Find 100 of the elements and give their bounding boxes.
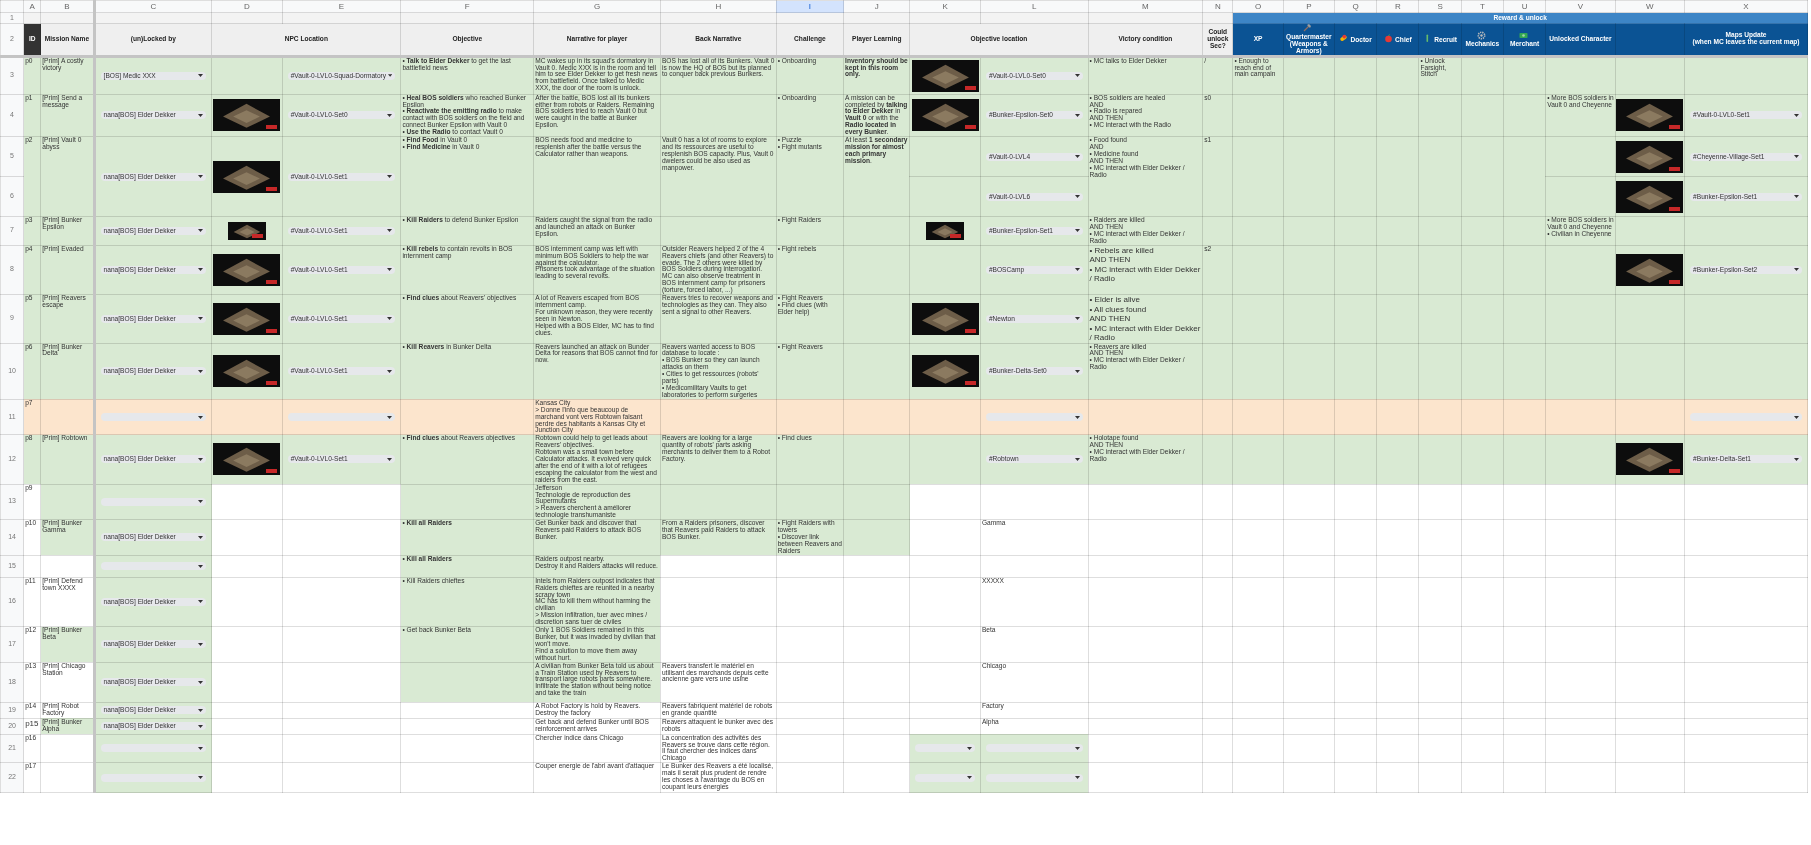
caret-icon [387,458,393,461]
map-thumbnail [213,443,281,476]
dropdown[interactable] [915,773,975,782]
dropdown[interactable] [100,562,207,571]
dropdown[interactable] [100,773,207,782]
caret-icon [1074,415,1080,419]
column-letter[interactable]: U [1503,0,1546,13]
caret-icon [198,317,204,321]
caret-icon [1074,369,1080,373]
caret-icon [198,642,204,646]
caret-icon [1794,268,1799,272]
caret-icon [198,724,204,728]
caret-icon [198,113,204,117]
column-letter[interactable]: X [1684,0,1808,13]
caret-icon [1074,195,1080,199]
caret-icon [387,415,393,419]
caret-icon [198,415,204,419]
caret-icon [198,564,204,568]
map-thumbnail [213,355,281,388]
caret-icon [1074,113,1080,117]
caret-icon [1074,268,1080,272]
column-letter[interactable]: J [843,0,910,13]
map-thumbnail [1616,443,1684,476]
column-letter[interactable]: O [1232,0,1284,13]
caret-icon [966,746,972,750]
map-thumbnail [911,302,979,335]
caret-icon [1794,415,1799,419]
column-letter[interactable]: I [776,0,844,13]
column-letter[interactable]: F [400,0,534,13]
dropdown[interactable] [985,773,1083,782]
dropdown[interactable] [1690,413,1802,422]
caret-icon [198,776,204,780]
caret-icon [198,600,204,604]
dropdown[interactable] [915,744,975,753]
caret-icon [387,113,393,117]
caret-icon [198,74,204,78]
map-thumbnail [227,221,266,240]
caret-icon [387,317,393,321]
caret-icon [388,74,393,78]
column-letter[interactable]: P [1283,0,1335,13]
map-thumbnail [213,253,281,286]
caret-icon [1794,113,1799,117]
column-letter[interactable]: G [533,0,661,13]
caret-icon [1794,458,1799,461]
caret-icon [1074,229,1080,233]
table-cell: p15 [23,718,41,735]
caret-icon [1074,317,1080,321]
caret-icon [198,175,204,179]
dropdown[interactable] [100,744,207,753]
dropdown[interactable] [100,413,207,422]
column-letter[interactable]: W [1615,0,1685,13]
table-cell: • Elder is alive • All clues found AND THEN • MC interact with Elder Dekker / Radio [1088,294,1203,344]
map-thumbnail [926,221,965,240]
caret-icon [387,369,393,373]
caret-icon [1074,74,1080,78]
column-letter[interactable]: K [909,0,981,13]
column-letter[interactable]: L [980,0,1088,13]
caret-icon [198,268,204,272]
column-letter[interactable]: M [1088,0,1203,13]
caret-icon [198,458,204,461]
apple-icon [1384,34,1394,44]
caret-icon [1074,155,1080,159]
map-thumbnail [1616,253,1684,286]
caret-icon [1074,458,1080,461]
dropdown[interactable] [287,413,396,422]
hammer-icon [1303,24,1313,33]
dropdown[interactable] [985,744,1083,753]
caret-icon [966,776,972,780]
map-thumbnail [213,160,281,193]
column-letter[interactable]: C [94,0,212,13]
caret-icon [1074,776,1080,780]
column-letter[interactable]: E [282,0,401,13]
caret-icon [198,680,204,684]
column-letter[interactable]: T [1461,0,1504,13]
map-thumbnail [911,355,979,388]
caret-icon [198,746,204,750]
gear-icon [1476,30,1486,40]
banknote-icon [1519,30,1529,40]
column-letter[interactable]: V [1545,0,1616,13]
map-thumbnail [213,302,281,335]
caret-icon [387,175,393,179]
dropdown[interactable] [100,497,207,506]
caret-icon [198,369,204,373]
caret-icon [198,229,204,233]
caret-icon [198,535,204,539]
caret-icon [1794,195,1799,199]
column-letter[interactable]: D [211,0,283,13]
caret-icon [387,268,393,272]
column-letter[interactable]: B [40,0,95,13]
column-letter[interactable]: R [1376,0,1419,13]
caret-icon [198,500,204,504]
caret-icon [1794,155,1799,159]
column-letter[interactable]: N [1202,0,1233,13]
caret-icon [198,708,204,712]
column-letter[interactable]: H [660,0,777,13]
table-cell: • Rebels are killed AND THEN • MC interact with Elder Dekker / Radio [1088,245,1203,295]
column-letter[interactable]: S [1418,0,1462,13]
column-letter[interactable]: Q [1334,0,1377,13]
dropdown[interactable] [985,413,1083,422]
caret-icon [387,229,393,233]
